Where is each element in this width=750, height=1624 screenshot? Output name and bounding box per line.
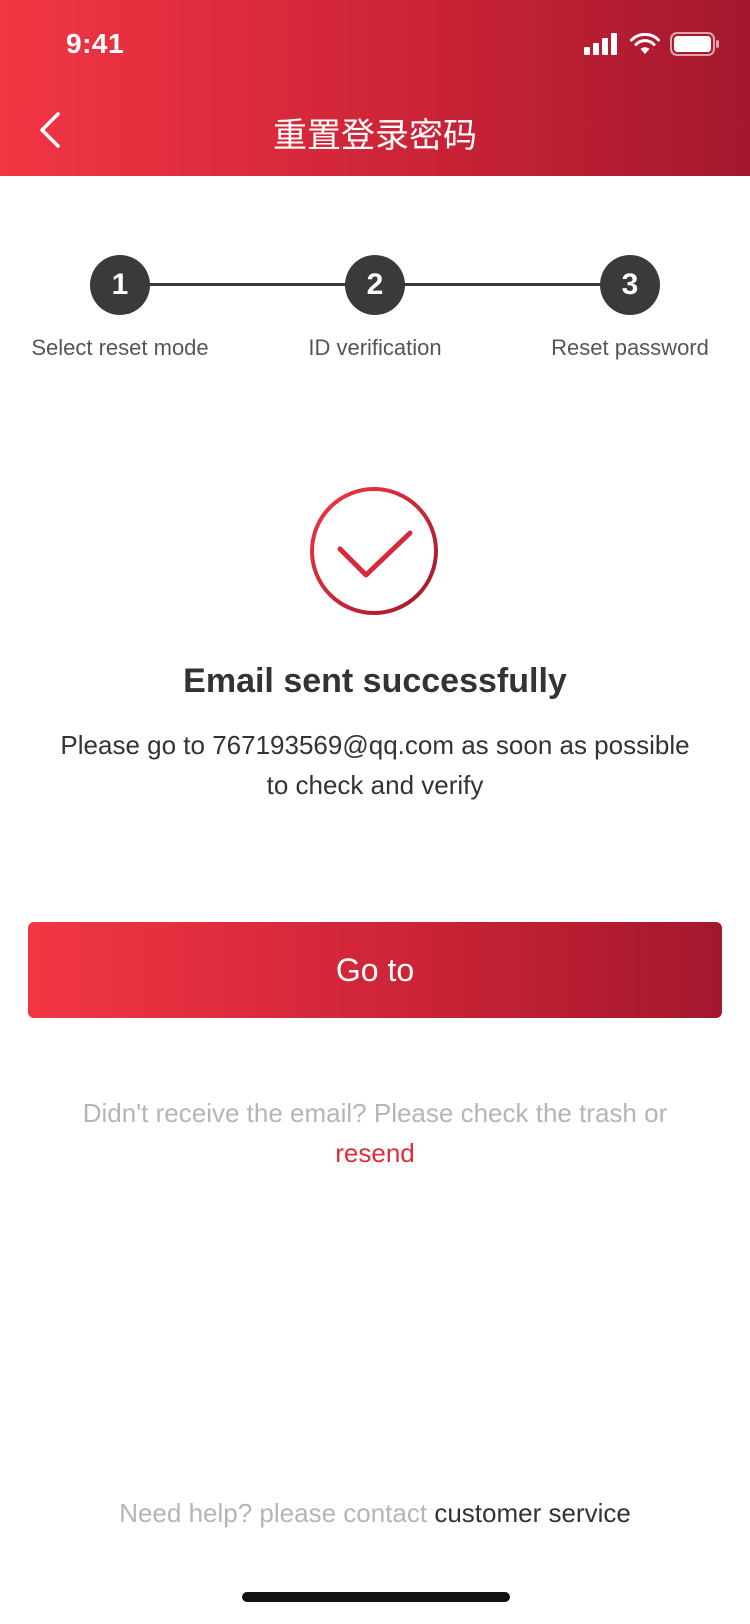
- resend-prompt: Didn't receive the email? Please check t…: [82, 1098, 668, 1128]
- battery-icon: [670, 32, 719, 56]
- success-description-line-1: Please go to 767193569@qq.com as soon as…: [60, 730, 690, 760]
- resend-link[interactable]: resend: [335, 1138, 415, 1168]
- progress-steps: 1 2 3 Select reset mode ID verification …: [0, 255, 750, 375]
- step-2-circle: 2: [345, 255, 405, 315]
- step-3-circle: 3: [600, 255, 660, 315]
- success-description: Please go to 767193569@qq.com as soon as…: [30, 725, 720, 805]
- step-3-label: Reset password: [551, 335, 709, 360]
- help-footer: Need help? please contact customer servi…: [0, 1498, 750, 1529]
- customer-service-link[interactable]: customer service: [434, 1498, 631, 1528]
- check-circle-icon: [308, 485, 440, 617]
- page-title: 重置登录密码: [273, 116, 477, 156]
- app-header: 9:41 重置登录密码: [0, 0, 750, 176]
- step-1-label: Select reset mode: [31, 335, 209, 360]
- help-prompt: Need help? please contact: [119, 1498, 428, 1528]
- step-connector: [375, 283, 630, 286]
- success-title: Email sent successfully: [183, 662, 567, 700]
- resend-hint: Didn't receive the email? Please check t…: [40, 1093, 710, 1173]
- success-description-line-2: to check and verify: [266, 770, 484, 800]
- step-1-circle: 1: [90, 255, 150, 315]
- go-to-button[interactable]: Go to: [28, 922, 722, 1018]
- status-icons: [584, 32, 720, 56]
- wifi-icon: [630, 33, 660, 54]
- step-2-label: ID verification: [308, 335, 442, 360]
- signal-icon: [584, 33, 617, 55]
- status-time: 9:41: [66, 28, 125, 59]
- step-connector: [120, 283, 375, 286]
- home-indicator: [242, 1592, 510, 1602]
